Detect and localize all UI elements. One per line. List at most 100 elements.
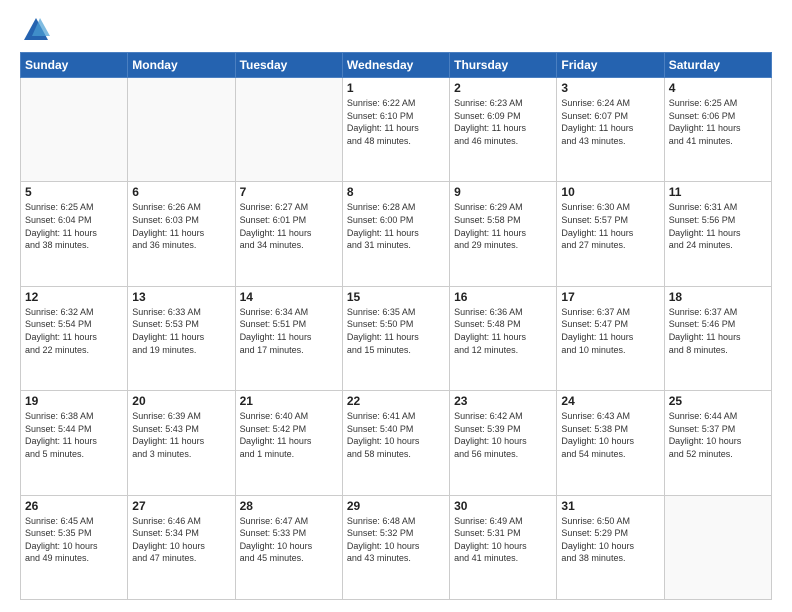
header	[20, 16, 772, 44]
day-info: Sunrise: 6:25 AMSunset: 6:06 PMDaylight:…	[669, 97, 767, 147]
day-number: 20	[132, 394, 230, 408]
day-number: 9	[454, 185, 552, 199]
calendar-cell: 5 Sunrise: 6:25 AMSunset: 6:04 PMDaylight…	[21, 182, 128, 286]
weekday-header-thursday: Thursday	[450, 53, 557, 78]
day-info: Sunrise: 6:42 AMSunset: 5:39 PMDaylight:…	[454, 410, 552, 460]
day-info: Sunrise: 6:22 AMSunset: 6:10 PMDaylight:…	[347, 97, 445, 147]
day-number: 13	[132, 290, 230, 304]
day-info: Sunrise: 6:23 AMSunset: 6:09 PMDaylight:…	[454, 97, 552, 147]
day-info: Sunrise: 6:29 AMSunset: 5:58 PMDaylight:…	[454, 201, 552, 251]
weekday-header-saturday: Saturday	[664, 53, 771, 78]
day-info: Sunrise: 6:40 AMSunset: 5:42 PMDaylight:…	[240, 410, 338, 460]
day-info: Sunrise: 6:35 AMSunset: 5:50 PMDaylight:…	[347, 306, 445, 356]
calendar-cell: 28 Sunrise: 6:47 AMSunset: 5:33 PMDayligh…	[235, 495, 342, 599]
day-number: 23	[454, 394, 552, 408]
day-number: 3	[561, 81, 659, 95]
calendar-cell: 30Sunrise: 6:49 AMSunset: 5:31 PMDayligh…	[450, 495, 557, 599]
week-row-5: 26 Sunrise: 6:45 AMSunset: 5:35 PMDayligh…	[21, 495, 772, 599]
day-info: Sunrise: 6:43 AMSunset: 5:38 PMDaylight:…	[561, 410, 659, 460]
calendar-cell: 1 Sunrise: 6:22 AMSunset: 6:10 PMDaylight…	[342, 78, 449, 182]
day-number: 4	[669, 81, 767, 95]
calendar-cell: 8 Sunrise: 6:28 AMSunset: 6:00 PMDaylight…	[342, 182, 449, 286]
calendar-cell: 18Sunrise: 6:37 AMSunset: 5:46 PMDayligh…	[664, 286, 771, 390]
calendar-cell: 16Sunrise: 6:36 AMSunset: 5:48 PMDayligh…	[450, 286, 557, 390]
day-number: 11	[669, 185, 767, 199]
logo	[20, 16, 50, 44]
calendar-cell: 29 Sunrise: 6:48 AMSunset: 5:32 PMDayligh…	[342, 495, 449, 599]
calendar-cell: 10 Sunrise: 6:30 AMSunset: 5:57 PMDayligh…	[557, 182, 664, 286]
day-number: 26	[25, 499, 123, 513]
day-info: Sunrise: 6:24 AMSunset: 6:07 PMDaylight:…	[561, 97, 659, 147]
calendar-cell: 9 Sunrise: 6:29 AMSunset: 5:58 PMDaylight…	[450, 182, 557, 286]
day-info: Sunrise: 6:26 AMSunset: 6:03 PMDaylight:…	[132, 201, 230, 251]
day-number: 17	[561, 290, 659, 304]
calendar-cell: 17 Sunrise: 6:37 AMSunset: 5:47 PMDayligh…	[557, 286, 664, 390]
day-info: Sunrise: 6:28 AMSunset: 6:00 PMDaylight:…	[347, 201, 445, 251]
day-number: 5	[25, 185, 123, 199]
calendar-cell: 6 Sunrise: 6:26 AMSunset: 6:03 PMDaylight…	[128, 182, 235, 286]
day-number: 27	[132, 499, 230, 513]
day-number: 25	[669, 394, 767, 408]
calendar-cell: 7Sunrise: 6:27 AMSunset: 6:01 PMDaylight…	[235, 182, 342, 286]
day-info: Sunrise: 6:38 AMSunset: 5:44 PMDaylight:…	[25, 410, 123, 460]
calendar-cell: 3 Sunrise: 6:24 AMSunset: 6:07 PMDaylight…	[557, 78, 664, 182]
calendar-cell	[21, 78, 128, 182]
week-row-2: 5 Sunrise: 6:25 AMSunset: 6:04 PMDaylight…	[21, 182, 772, 286]
day-number: 24	[561, 394, 659, 408]
day-info: Sunrise: 6:37 AMSunset: 5:47 PMDaylight:…	[561, 306, 659, 356]
day-number: 15	[347, 290, 445, 304]
calendar-cell: 15 Sunrise: 6:35 AMSunset: 5:50 PMDayligh…	[342, 286, 449, 390]
day-number: 16	[454, 290, 552, 304]
calendar-cell: 20 Sunrise: 6:39 AMSunset: 5:43 PMDayligh…	[128, 391, 235, 495]
calendar-cell: 26 Sunrise: 6:45 AMSunset: 5:35 PMDayligh…	[21, 495, 128, 599]
calendar-page: SundayMondayTuesdayWednesdayThursdayFrid…	[0, 0, 792, 612]
day-info: Sunrise: 6:30 AMSunset: 5:57 PMDaylight:…	[561, 201, 659, 251]
calendar-cell: 4 Sunrise: 6:25 AMSunset: 6:06 PMDaylight…	[664, 78, 771, 182]
calendar-cell: 22 Sunrise: 6:41 AMSunset: 5:40 PMDayligh…	[342, 391, 449, 495]
week-row-4: 19Sunrise: 6:38 AMSunset: 5:44 PMDayligh…	[21, 391, 772, 495]
calendar-cell: 19Sunrise: 6:38 AMSunset: 5:44 PMDayligh…	[21, 391, 128, 495]
day-number: 2	[454, 81, 552, 95]
day-info: Sunrise: 6:46 AMSunset: 5:34 PMDaylight:…	[132, 515, 230, 565]
day-number: 28	[240, 499, 338, 513]
day-info: Sunrise: 6:44 AMSunset: 5:37 PMDaylight:…	[669, 410, 767, 460]
day-info: Sunrise: 6:48 AMSunset: 5:32 PMDaylight:…	[347, 515, 445, 565]
day-info: Sunrise: 6:32 AMSunset: 5:54 PMDaylight:…	[25, 306, 123, 356]
day-info: Sunrise: 6:27 AMSunset: 6:01 PMDaylight:…	[240, 201, 338, 251]
day-info: Sunrise: 6:45 AMSunset: 5:35 PMDaylight:…	[25, 515, 123, 565]
day-number: 29	[347, 499, 445, 513]
day-number: 18	[669, 290, 767, 304]
day-info: Sunrise: 6:50 AMSunset: 5:29 PMDaylight:…	[561, 515, 659, 565]
calendar-cell: 27 Sunrise: 6:46 AMSunset: 5:34 PMDayligh…	[128, 495, 235, 599]
week-row-1: 1 Sunrise: 6:22 AMSunset: 6:10 PMDaylight…	[21, 78, 772, 182]
calendar-cell: 31 Sunrise: 6:50 AMSunset: 5:29 PMDayligh…	[557, 495, 664, 599]
day-info: Sunrise: 6:31 AMSunset: 5:56 PMDaylight:…	[669, 201, 767, 251]
calendar-table: SundayMondayTuesdayWednesdayThursdayFrid…	[20, 52, 772, 600]
calendar-cell	[235, 78, 342, 182]
calendar-cell: 25 Sunrise: 6:44 AMSunset: 5:37 PMDayligh…	[664, 391, 771, 495]
weekday-header-row: SundayMondayTuesdayWednesdayThursdayFrid…	[21, 53, 772, 78]
calendar-cell: 21Sunrise: 6:40 AMSunset: 5:42 PMDayligh…	[235, 391, 342, 495]
day-info: Sunrise: 6:25 AMSunset: 6:04 PMDaylight:…	[25, 201, 123, 251]
calendar-cell: 23 Sunrise: 6:42 AMSunset: 5:39 PMDayligh…	[450, 391, 557, 495]
day-number: 8	[347, 185, 445, 199]
day-number: 12	[25, 290, 123, 304]
day-number: 6	[132, 185, 230, 199]
calendar-cell: 2 Sunrise: 6:23 AMSunset: 6:09 PMDaylight…	[450, 78, 557, 182]
day-number: 14	[240, 290, 338, 304]
day-info: Sunrise: 6:47 AMSunset: 5:33 PMDaylight:…	[240, 515, 338, 565]
day-number: 30	[454, 499, 552, 513]
day-info: Sunrise: 6:41 AMSunset: 5:40 PMDaylight:…	[347, 410, 445, 460]
weekday-header-sunday: Sunday	[21, 53, 128, 78]
day-info: Sunrise: 6:34 AMSunset: 5:51 PMDaylight:…	[240, 306, 338, 356]
weekday-header-friday: Friday	[557, 53, 664, 78]
day-info: Sunrise: 6:39 AMSunset: 5:43 PMDaylight:…	[132, 410, 230, 460]
calendar-cell: 14 Sunrise: 6:34 AMSunset: 5:51 PMDayligh…	[235, 286, 342, 390]
day-number: 31	[561, 499, 659, 513]
day-number: 1	[347, 81, 445, 95]
day-number: 10	[561, 185, 659, 199]
day-number: 22	[347, 394, 445, 408]
calendar-cell: 24 Sunrise: 6:43 AMSunset: 5:38 PMDayligh…	[557, 391, 664, 495]
calendar-cell: 12 Sunrise: 6:32 AMSunset: 5:54 PMDayligh…	[21, 286, 128, 390]
calendar-cell	[664, 495, 771, 599]
